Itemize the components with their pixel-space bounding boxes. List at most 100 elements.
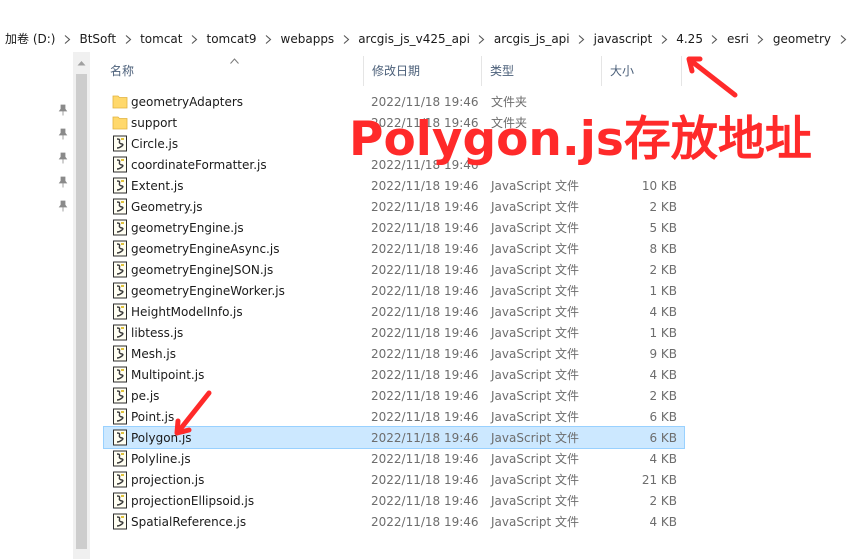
table-row[interactable]: HeightModelInfo.js 2022/11/18 19:46 JavaSc… [104, 301, 684, 322]
table-row[interactable]: projection.js 2022/11/18 19:46 JavaScript … [104, 469, 684, 490]
file-size: 4 KB [649, 451, 677, 466]
table-row[interactable]: Polyline.js 2022/11/18 19:46 JavaScript 文件… [104, 448, 684, 469]
file-name: Geometry.js [131, 199, 203, 214]
table-row[interactable]: Extent.js 2022/11/18 19:46 JavaScript 文件 10… [104, 175, 684, 196]
file-date: 2022/11/18 19:46 [371, 94, 479, 109]
chevron-right-icon[interactable] [708, 29, 722, 49]
js-file-icon [112, 135, 128, 152]
file-type: JavaScript 文件 [491, 515, 579, 529]
pin-icon[interactable] [58, 128, 68, 140]
chevron-right-icon[interactable] [339, 29, 353, 49]
breadcrumb-esri[interactable]: esri [722, 29, 754, 49]
breadcrumb-drive[interactable]: 加卷 (D:) [0, 29, 60, 49]
breadcrumb-tomcat[interactable]: tomcat [135, 29, 187, 49]
file-type: JavaScript 文件 [491, 242, 579, 256]
chevron-right-icon[interactable] [475, 29, 489, 49]
file-name: pe.js [131, 388, 160, 403]
file-name: libtess.js [131, 325, 184, 340]
table-row[interactable]: geometryAdapters 2022/11/18 19:46 文件夹 [104, 91, 684, 112]
file-name: Polygon.js [131, 430, 192, 445]
table-row[interactable]: geometryEngineAsync.js 2022/11/18 19:46 Ja… [104, 238, 684, 259]
js-file-icon [112, 345, 128, 362]
file-size: 4 KB [649, 304, 677, 319]
breadcrumb-webapps[interactable]: webapps [276, 29, 340, 49]
breadcrumb-tomcat9[interactable]: tomcat9 [202, 29, 262, 49]
breadcrumb-arcgis-js-v425-api[interactable]: arcgis_js_v425_api [353, 29, 475, 49]
table-row[interactable]: Multipoint.js 2022/11/18 19:46 JavaScript … [104, 364, 684, 385]
file-size: 21 KB [641, 472, 677, 487]
file-date: 2022/11/18 19:46 [371, 451, 479, 466]
table-row[interactable]: geometryEngineJSON.js 2022/11/18 19:46 Jav… [104, 259, 684, 280]
column-header-name[interactable]: 名称 [96, 56, 364, 86]
pin-icon[interactable] [58, 104, 68, 116]
file-type: JavaScript 文件 [491, 347, 579, 361]
file-type: JavaScript 文件 [491, 452, 579, 466]
file-date: 2022/11/18 19:46 [371, 283, 479, 298]
file-size: 2 KB [649, 199, 677, 214]
js-file-icon [112, 198, 128, 215]
chevron-right-icon[interactable] [60, 29, 74, 49]
js-file-icon [112, 366, 128, 383]
file-size: 8 KB [649, 241, 677, 256]
breadcrumb-btsoft[interactable]: BtSoft [74, 29, 121, 49]
file-size: 5 KB [649, 220, 677, 235]
chevron-right-icon[interactable] [657, 29, 671, 49]
breadcrumb-geometry[interactable]: geometry [768, 29, 836, 49]
js-file-icon [112, 303, 128, 320]
file-type: JavaScript 文件 [491, 305, 579, 319]
chevron-right-icon[interactable] [262, 29, 276, 49]
chevron-right-icon[interactable] [754, 29, 768, 49]
file-name: Multipoint.js [131, 367, 205, 382]
chevron-right-icon[interactable] [575, 29, 589, 49]
folder-icon [112, 93, 128, 110]
chevron-right-icon[interactable] [836, 29, 850, 49]
table-row[interactable]: libtess.js 2022/11/18 19:46 JavaScript 文件 1… [104, 322, 684, 343]
column-header-date[interactable]: 修改日期 [364, 56, 482, 86]
pin-icon[interactable] [58, 200, 68, 212]
breadcrumb-arcgis-js-api[interactable]: arcgis_js_api [489, 29, 575, 49]
file-type: JavaScript 文件 [491, 410, 579, 424]
js-file-icon [112, 387, 128, 404]
table-row[interactable]: Mesh.js 2022/11/18 19:46 JavaScript 文件 9 KB [104, 343, 684, 364]
js-file-icon [112, 429, 128, 446]
file-date: 2022/11/18 19:46 [371, 304, 479, 319]
file-name: Extent.js [131, 178, 184, 193]
pin-icon[interactable] [58, 152, 68, 164]
table-row[interactable]: SpatialReference.js 2022/11/18 19:46 JavaS… [104, 511, 684, 532]
file-date: 2022/11/18 19:46 [371, 220, 479, 235]
nav-scrollbar[interactable] [73, 52, 90, 559]
file-name: support [131, 115, 178, 130]
file-size: 10 KB [641, 178, 677, 193]
pin-icon[interactable] [58, 176, 68, 188]
table-row[interactable]: geometryEngine.js 2022/11/18 19:46 JavaScr… [104, 217, 684, 238]
breadcrumb-version[interactable]: 4.25 [671, 29, 708, 49]
file-date: 2022/11/18 19:46 [371, 409, 479, 424]
scroll-up-icon[interactable] [77, 60, 86, 66]
js-file-icon [112, 177, 128, 194]
file-name: geometryEngineJSON.js [131, 262, 274, 277]
file-name: geometryEngineAsync.js [131, 241, 280, 256]
address-bar[interactable]: 加卷 (D:) BtSoft tomcat tomcat9 webapps ar… [0, 28, 866, 50]
file-size: 1 KB [649, 325, 677, 340]
table-row[interactable]: Geometry.js 2022/11/18 19:46 JavaScript 文件… [104, 196, 684, 217]
scrollbar-thumb[interactable] [76, 74, 87, 549]
table-row[interactable]: pe.js 2022/11/18 19:46 JavaScript 文件 2 KB [104, 385, 684, 406]
chevron-right-icon[interactable] [121, 29, 135, 49]
table-row[interactable]: Polygon.js 2022/11/18 19:46 JavaScript 文件 6… [103, 426, 685, 449]
file-size: 2 KB [649, 388, 677, 403]
file-size: 1 KB [649, 283, 677, 298]
column-header-size[interactable]: 大小 [602, 56, 682, 86]
table-row[interactable]: geometryEngineWorker.js 2022/11/18 19:46 J… [104, 280, 684, 301]
file-size: 2 KB [649, 493, 677, 508]
table-row[interactable]: projectionEllipsoid.js 2022/11/18 19:46 Ja… [104, 490, 684, 511]
js-file-icon [112, 240, 128, 257]
file-type: 文件夹 [491, 95, 528, 109]
list-header: 名称 修改日期 类型 大小 [96, 56, 866, 86]
breadcrumb-javascript[interactable]: javascript [589, 29, 658, 49]
file-name: geometryAdapters [131, 94, 244, 109]
file-name: geometryEngine.js [131, 220, 244, 235]
column-header-type[interactable]: 类型 [482, 56, 602, 86]
table-row[interactable]: Point.js 2022/11/18 19:46 JavaScript 文件 6 K… [104, 406, 684, 427]
chevron-right-icon[interactable] [188, 29, 202, 49]
annotation-text: Polygon.js存放地址 [349, 112, 812, 167]
